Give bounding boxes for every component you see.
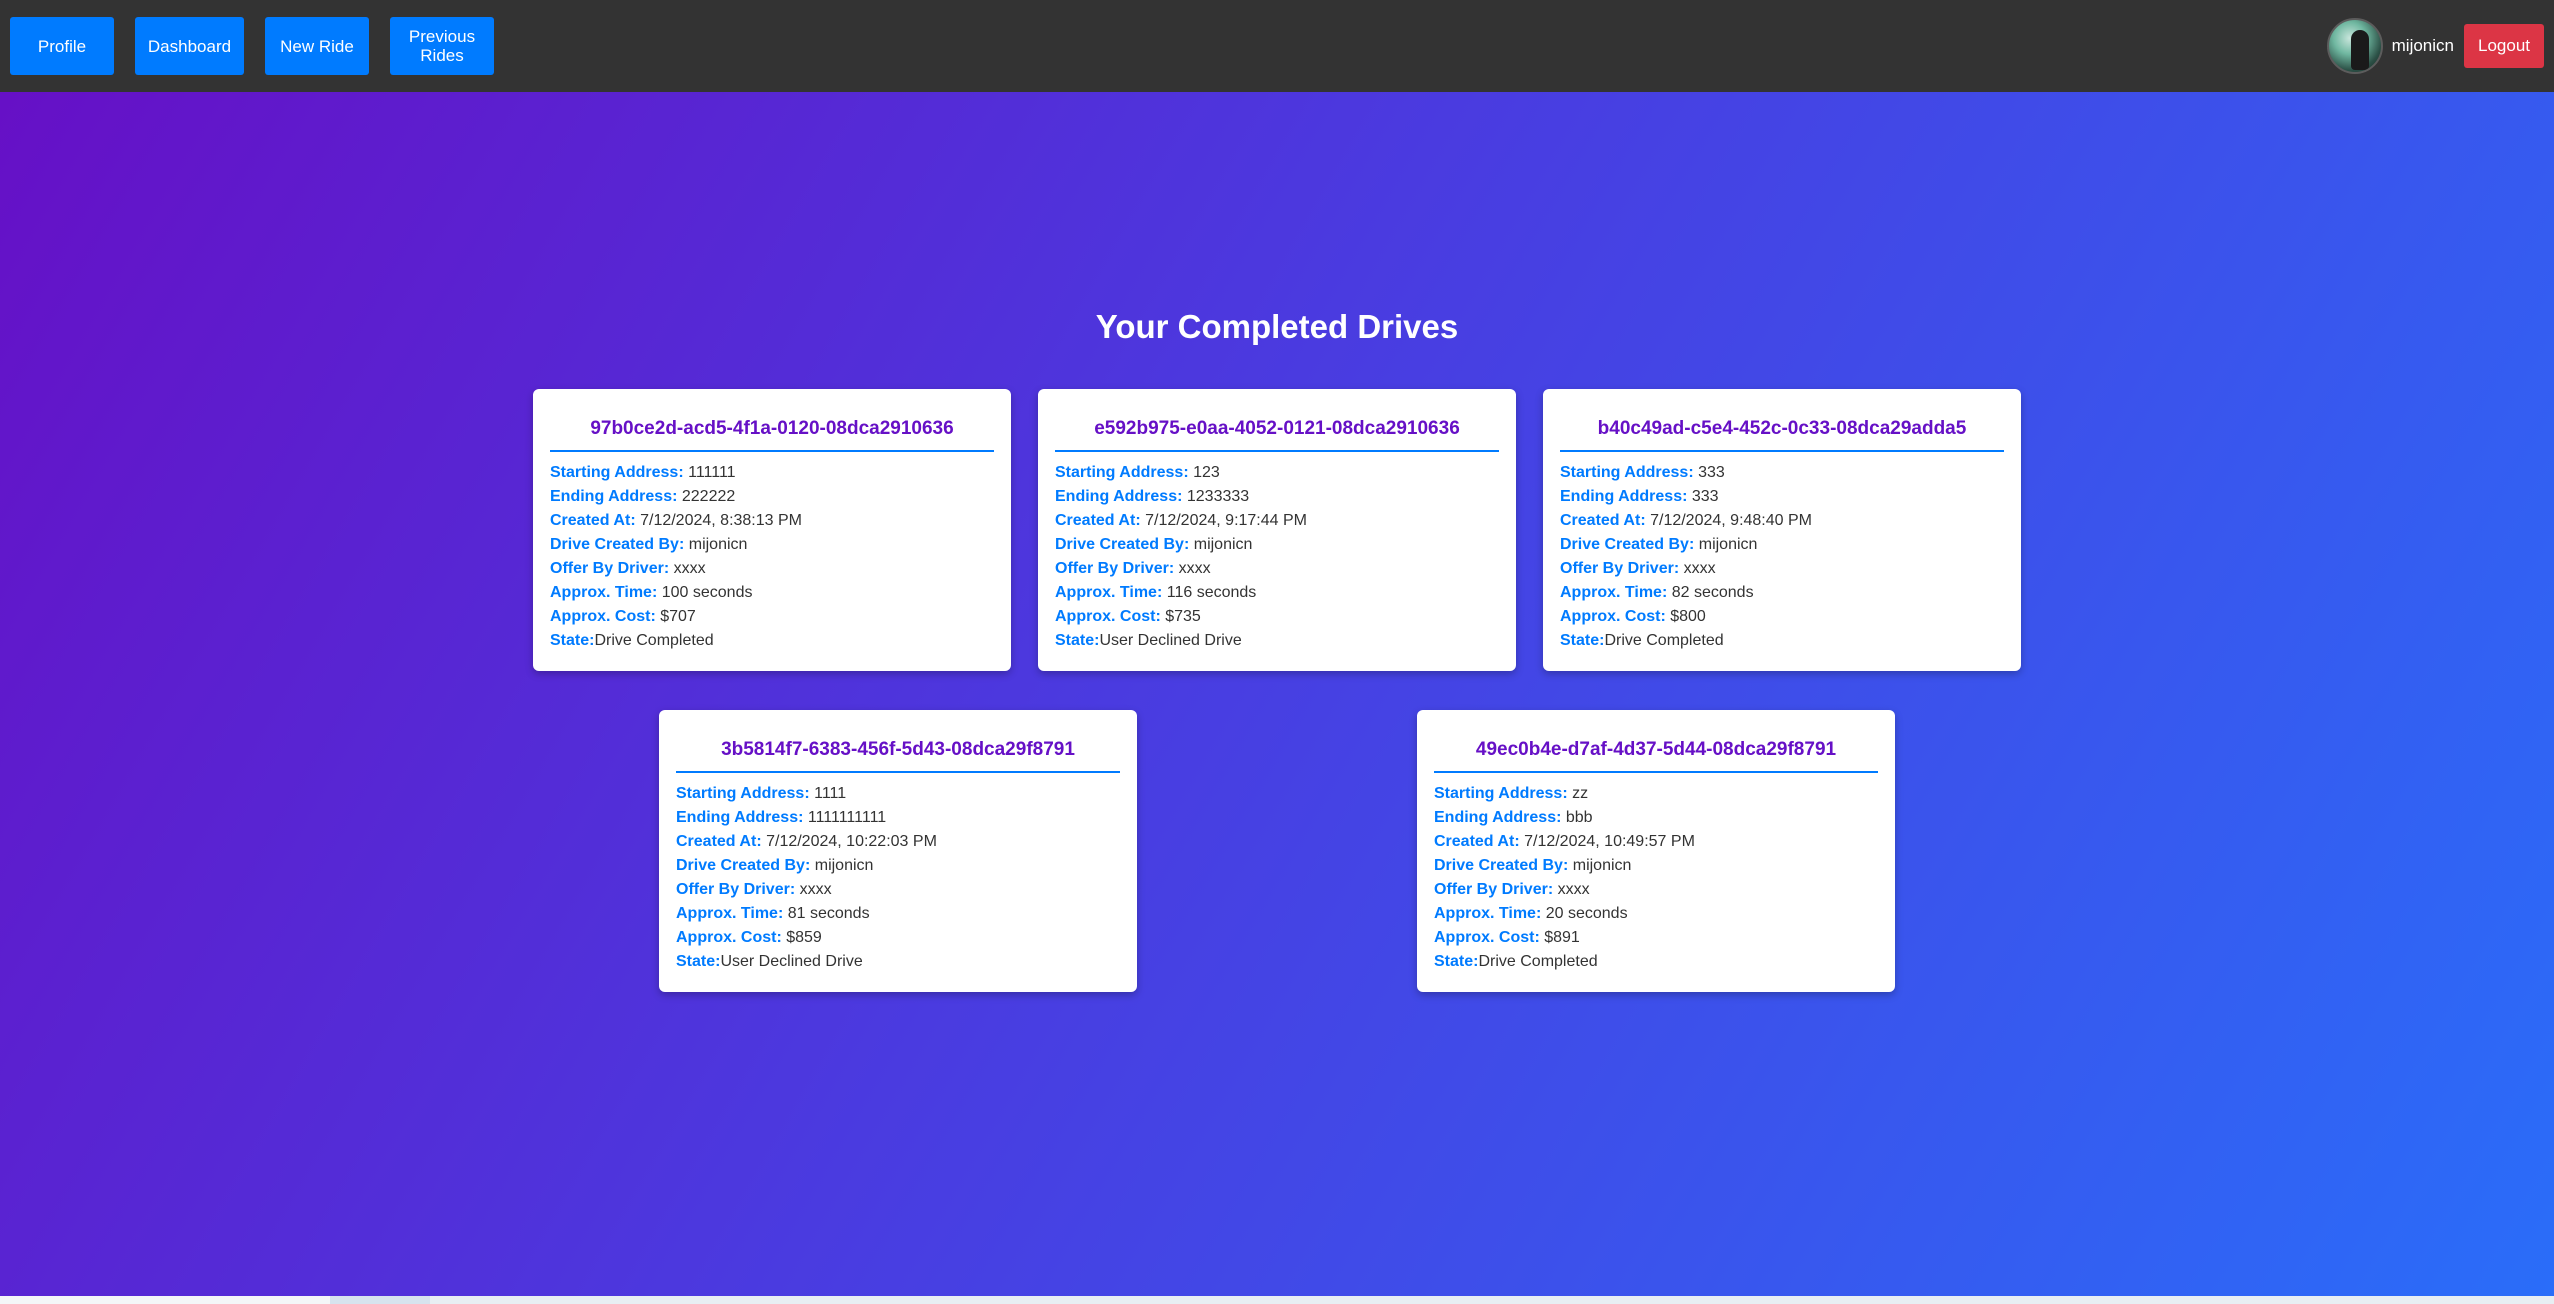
avatar[interactable] xyxy=(2326,18,2383,74)
approx-cost-row: Approx. Cost: $735 xyxy=(1055,608,1201,625)
approx-time-row: Approx. Time: 81 seconds xyxy=(676,905,870,922)
drive-id: 3b5814f7-6383-456f-5d43-08dca29f8791 xyxy=(676,724,1120,773)
drive-created-by-row: Drive Created By: mijonicn xyxy=(1055,536,1253,553)
drive-card: b40c49ad-c5e4-452c-0c33-08dca29adda5 Sta… xyxy=(1543,389,2021,671)
approx-cost-row: Approx. Cost: $707 xyxy=(550,608,696,625)
username: mijonicn xyxy=(2391,36,2454,55)
state-row: State:Drive Completed xyxy=(550,632,714,649)
ending-address-row: Ending Address: bbb xyxy=(1434,809,1593,826)
bottom-strip-segment xyxy=(0,1296,330,1304)
profile-button[interactable]: Profile xyxy=(10,17,114,75)
approx-time-row: Approx. Time: 82 seconds xyxy=(1560,584,1754,601)
created-at-row: Created At: 7/12/2024, 10:22:03 PM xyxy=(676,833,937,850)
approx-time-row: Approx. Time: 20 seconds xyxy=(1434,905,1628,922)
starting-address-row: Starting Address: 123 xyxy=(1055,464,1220,481)
approx-cost-row: Approx. Cost: $891 xyxy=(1434,929,1580,946)
starting-address-row: Starting Address: 111111 xyxy=(550,464,736,481)
ending-address-row: Ending Address: 1233333 xyxy=(1055,488,1250,505)
drive-created-by-row: Drive Created By: mijonicn xyxy=(550,536,748,553)
drive-created-by-row: Drive Created By: mijonicn xyxy=(1434,857,1632,874)
created-at-row: Created At: 7/12/2024, 9:17:44 PM xyxy=(1055,512,1307,529)
ending-address-row: Ending Address: 222222 xyxy=(550,488,736,505)
state-row: State:User Declined Drive xyxy=(676,953,863,970)
main-content: Your Completed Drives xyxy=(0,92,2554,1296)
top-navbar: Profile Dashboard New Ride Previous Ride… xyxy=(0,0,2554,92)
drive-id: b40c49ad-c5e4-452c-0c33-08dca29adda5 xyxy=(1560,403,2004,452)
drive-id: 49ec0b4e-d7af-4d37-5d44-08dca29f8791 xyxy=(1434,724,1878,773)
drive-id: 97b0ce2d-acd5-4f1a-0120-08dca2910636 xyxy=(550,403,994,452)
drive-id: e592b975-e0aa-4052-0121-08dca2910636 xyxy=(1055,403,1499,452)
page-title: Your Completed Drives xyxy=(1095,308,1459,345)
offer-by-driver-row: Offer By Driver: xxxx xyxy=(550,560,706,577)
drive-created-by-row: Drive Created By: mijonicn xyxy=(676,857,874,874)
approx-time-row: Approx. Time: 100 seconds xyxy=(550,584,753,601)
logout-button[interactable]: Logout xyxy=(2464,24,2544,68)
ending-address-row: Ending Address: 333 xyxy=(1560,488,1719,505)
starting-address-row: Starting Address: 1111 xyxy=(676,785,847,802)
drive-card: 49ec0b4e-d7af-4d37-5d44-08dca29f8791 Sta… xyxy=(1417,710,1895,992)
approx-cost-row: Approx. Cost: $800 xyxy=(1560,608,1706,625)
previous-rides-button[interactable]: Previous Rides xyxy=(390,17,494,75)
state-row: State:User Declined Drive xyxy=(1055,632,1242,649)
drive-created-by-row: Drive Created By: mijonicn xyxy=(1560,536,1758,553)
state-row: State:Drive Completed xyxy=(1434,953,1598,970)
drive-card: 97b0ce2d-acd5-4f1a-0120-08dca2910636 Sta… xyxy=(533,389,1011,671)
created-at-row: Created At: 7/12/2024, 10:49:57 PM xyxy=(1434,833,1695,850)
user-area: mijonicn Logout xyxy=(2326,18,2544,74)
new-ride-button[interactable]: New Ride xyxy=(265,17,369,75)
state-row: State:Drive Completed xyxy=(1560,632,1724,649)
starting-address-row: Starting Address: zz xyxy=(1434,785,1589,802)
approx-time-row: Approx. Time: 116 seconds xyxy=(1055,584,1257,601)
offer-by-driver-row: Offer By Driver: xxxx xyxy=(676,881,832,898)
ending-address-row: Ending Address: 1111111111 xyxy=(676,809,887,826)
bottom-strip xyxy=(0,1296,2554,1304)
offer-by-driver-row: Offer By Driver: xxxx xyxy=(1434,881,1590,898)
created-at-row: Created At: 7/12/2024, 8:38:13 PM xyxy=(550,512,802,529)
starting-address-row: Starting Address: 333 xyxy=(1560,464,1725,481)
offer-by-driver-row: Offer By Driver: xxxx xyxy=(1560,560,1716,577)
drive-card: 3b5814f7-6383-456f-5d43-08dca29f8791 Sta… xyxy=(659,710,1137,992)
approx-cost-row: Approx. Cost: $859 xyxy=(676,929,822,946)
drive-card: e592b975-e0aa-4052-0121-08dca2910636 Sta… xyxy=(1038,389,1516,671)
dashboard-button[interactable]: Dashboard xyxy=(135,17,244,75)
created-at-row: Created At: 7/12/2024, 9:48:40 PM xyxy=(1560,512,1812,529)
bottom-strip-segment xyxy=(330,1296,430,1304)
offer-by-driver-row: Offer By Driver: xxxx xyxy=(1055,560,1211,577)
